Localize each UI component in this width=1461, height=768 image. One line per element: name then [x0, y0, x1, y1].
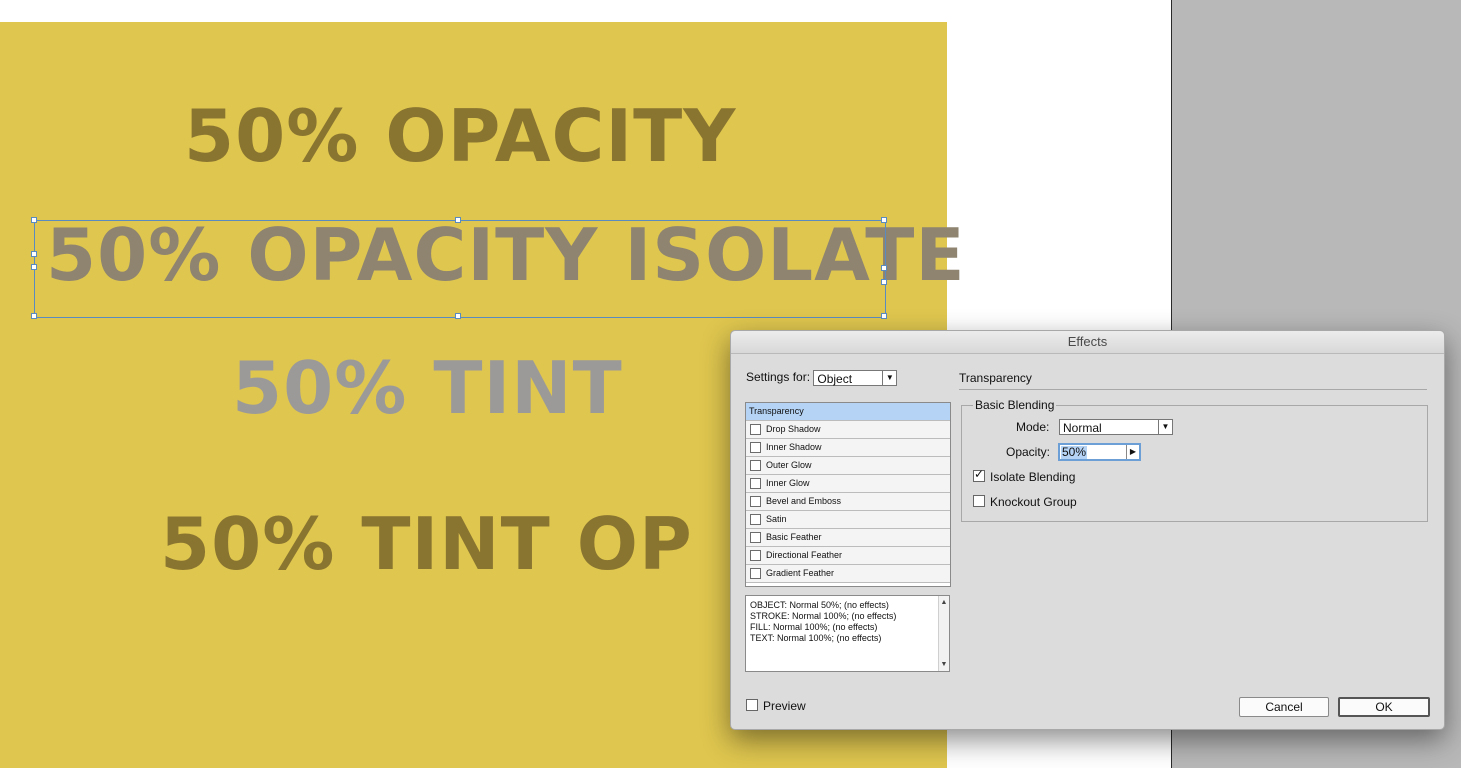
summary-line-fill: FILL: Normal 100%; (no effects) [750, 622, 878, 632]
isolate-blending-label: Isolate Blending [990, 470, 1076, 484]
settings-for-value: Object [817, 372, 853, 386]
effect-item-inner-shadow[interactable]: Inner Shadow [746, 439, 950, 457]
effect-item-label: Inner Glow [766, 478, 810, 488]
selection-bounding-box[interactable] [34, 220, 886, 318]
effect-item-label: Directional Feather [766, 550, 843, 560]
effect-item-outer-glow[interactable]: Outer Glow [746, 457, 950, 475]
effect-item-label: Inner Shadow [766, 442, 822, 452]
text-frame-tint-opacity[interactable]: 50% TINT OP [160, 508, 693, 580]
selection-handle-bottom-right[interactable] [881, 313, 887, 319]
effect-checkbox[interactable] [750, 442, 761, 453]
selection-handle-top-right[interactable] [881, 217, 887, 223]
knockout-group-row[interactable]: Knockout Group [973, 495, 1077, 509]
effect-item-directional-feather[interactable]: Directional Feather [746, 547, 950, 565]
opacity-input[interactable]: 50% ▶ [1058, 443, 1141, 461]
summary-scrollbar[interactable]: ▲ ▼ [938, 596, 949, 671]
basic-blending-legend: Basic Blending [973, 398, 1057, 412]
chevron-down-icon: ▼ [882, 371, 896, 385]
knockout-group-label: Knockout Group [990, 495, 1077, 509]
effects-summary: OBJECT: Normal 50%; (no effects) STROKE:… [745, 595, 950, 672]
selection-handle-top-middle[interactable] [455, 217, 461, 223]
mode-value: Normal [1063, 421, 1102, 435]
ok-button[interactable]: OK [1338, 697, 1430, 717]
effect-checkbox[interactable] [750, 514, 761, 525]
effects-dialog: Effects Settings for: Object ▼ Transpare… [730, 330, 1445, 730]
scroll-up-icon[interactable]: ▲ [939, 597, 949, 608]
isolate-blending-row[interactable]: Isolate Blending [973, 467, 1076, 484]
isolate-blending-checkbox[interactable] [973, 467, 985, 482]
effect-item-label: Gradient Feather [766, 568, 835, 578]
cancel-button[interactable]: Cancel [1239, 697, 1329, 717]
effect-checkbox[interactable] [750, 424, 761, 435]
text-frame-opacity[interactable]: 50% OPACITY [184, 100, 736, 172]
dialog-title[interactable]: Effects [731, 331, 1444, 354]
effect-checkbox[interactable] [750, 532, 761, 543]
effect-checkbox[interactable] [750, 460, 761, 471]
effect-item-label: Satin [766, 514, 787, 524]
effect-checkbox[interactable] [750, 550, 761, 561]
selection-handle-bottom-middle[interactable] [455, 313, 461, 319]
knockout-group-checkbox[interactable] [973, 495, 985, 507]
effect-item-label: Transparency [749, 406, 804, 416]
effect-item-basic-feather[interactable]: Basic Feather [746, 529, 950, 547]
opacity-label: Opacity: [1006, 445, 1051, 459]
preview-checkbox-row[interactable]: Preview [746, 699, 806, 713]
effect-item-transparency[interactable]: Transparency [746, 403, 950, 421]
effect-checkbox[interactable] [750, 478, 761, 489]
effect-item-label: Bevel and Emboss [766, 496, 842, 506]
selection-handle-middle-left[interactable] [31, 251, 37, 257]
effect-item-gradient-feather[interactable]: Gradient Feather [746, 565, 950, 583]
effect-item-bevel-and-emboss[interactable]: Bevel and Emboss [746, 493, 950, 511]
effect-item-satin[interactable]: Satin [746, 511, 950, 529]
effects-list: Transparency Drop Shadow Inner Shadow Ou… [745, 402, 951, 587]
effect-item-label: Drop Shadow [766, 424, 821, 434]
selection-handle-top-left[interactable] [31, 217, 37, 223]
preview-checkbox[interactable] [746, 699, 758, 711]
scroll-down-icon[interactable]: ▼ [939, 659, 949, 670]
mode-label: Mode: [1016, 420, 1050, 434]
effect-item-label: Outer Glow [766, 460, 812, 470]
selection-handle-middle-right[interactable] [881, 265, 887, 271]
opacity-value: 50% [1061, 445, 1088, 459]
effect-item-inner-glow[interactable]: Inner Glow [746, 475, 950, 493]
selection-handle-in-port[interactable] [31, 264, 37, 270]
mode-select[interactable]: Normal ▼ [1059, 419, 1173, 435]
effect-item-label: Basic Feather [766, 532, 822, 542]
opacity-slider-arrow-icon[interactable]: ▶ [1126, 445, 1139, 459]
summary-line-text: TEXT: Normal 100%; (no effects) [750, 633, 882, 643]
selection-handle-bottom-left[interactable] [31, 313, 37, 319]
effect-checkbox[interactable] [750, 496, 761, 507]
settings-for-label: Settings for: [746, 370, 811, 385]
text-frame-tint[interactable]: 50% TINT [232, 352, 623, 424]
summary-line-object: OBJECT: Normal 50%; (no effects) [750, 600, 889, 610]
summary-line-stroke: STROKE: Normal 100%; (no effects) [750, 611, 897, 621]
settings-for-select[interactable]: Object ▼ [813, 370, 898, 386]
effect-item-drop-shadow[interactable]: Drop Shadow [746, 421, 950, 439]
selection-handle-out-port[interactable] [881, 279, 887, 285]
settings-for-row: Settings for: Object ▼ [746, 370, 898, 386]
section-title: Transparency [959, 371, 1427, 390]
effect-checkbox[interactable] [750, 568, 761, 579]
chevron-down-icon: ▼ [1158, 420, 1172, 434]
preview-label: Preview [763, 699, 806, 713]
